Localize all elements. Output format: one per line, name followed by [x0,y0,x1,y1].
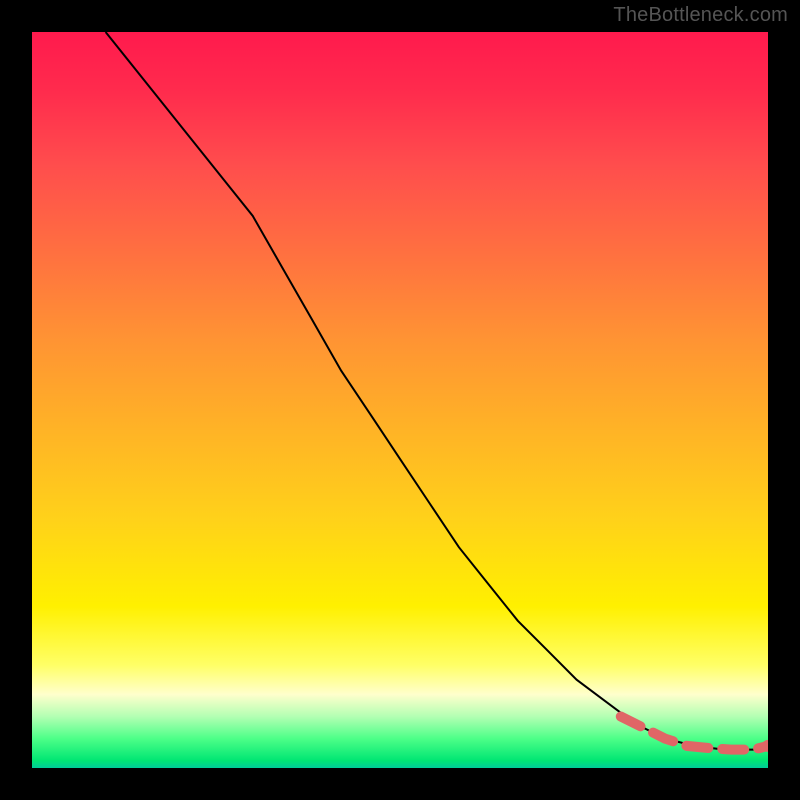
optimal-region-highlight [621,717,768,750]
watermark-label: TheBottleneck.com [613,4,788,27]
chart-overlay [32,32,768,768]
bottleneck-curve [106,32,768,750]
